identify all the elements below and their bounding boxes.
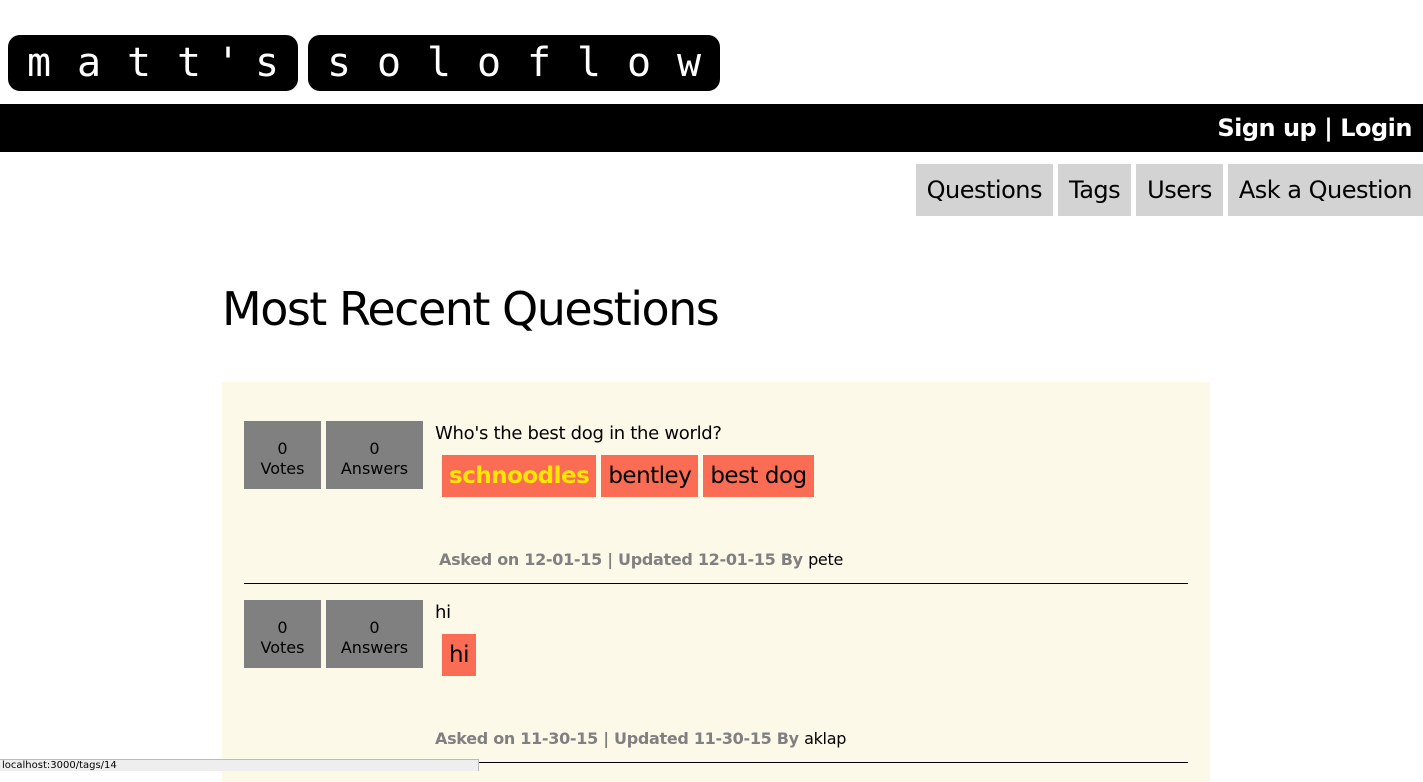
tag-schnoodles[interactable]: schnoodles: [442, 455, 597, 497]
nav-tags-button[interactable]: Tags: [1058, 164, 1132, 216]
votes-count: 0: [277, 618, 288, 637]
tag-bentley[interactable]: bentley: [601, 455, 699, 497]
tag-best-dog[interactable]: best dog: [703, 455, 814, 497]
answers-label: Answers: [340, 638, 409, 657]
signup-link[interactable]: Sign up: [1217, 114, 1316, 142]
nav-questions-button[interactable]: Questions: [915, 164, 1053, 216]
answers-count-box: 0 Answers: [326, 421, 423, 489]
author-link[interactable]: aklap: [804, 729, 846, 748]
question-tags: hi: [442, 634, 476, 676]
logo-letter: o: [376, 40, 402, 86]
logo-letter: s: [254, 40, 280, 86]
votes-count: 0: [277, 439, 288, 458]
logo-word-matts: m a t t ' s: [8, 35, 298, 91]
votes-count-box: 0 Votes: [244, 600, 321, 668]
browser-status-url: localhost:3000/tags/14: [0, 759, 479, 771]
logo-letter: f: [526, 40, 552, 86]
logo-letter: m: [26, 40, 52, 86]
answers-label: Answers: [340, 459, 409, 478]
header-bar: Sign up | Login: [0, 104, 1423, 152]
nav-ask-question-button[interactable]: Ask a Question: [1227, 164, 1423, 216]
page-title: Most Recent Questions: [222, 282, 720, 336]
logo-letter: s: [326, 40, 352, 86]
logo-letter: w: [676, 40, 702, 86]
logo-letter: t: [126, 40, 152, 86]
answers-count-box: 0 Answers: [326, 600, 423, 668]
question-meta: Asked on 12-01-15 | Updated 12-01-15 By …: [439, 550, 843, 569]
question-title-link[interactable]: Who's the best dog in the world?: [435, 423, 722, 444]
logo-word-soloflow: s o l o f l o w: [308, 35, 720, 91]
votes-label: Votes: [260, 638, 305, 657]
logo-letter: l: [426, 40, 452, 86]
votes-label: Votes: [260, 459, 305, 478]
main-nav: Questions Tags Users Ask a Question: [915, 164, 1423, 216]
question-dates: Asked on 12-01-15 | Updated 12-01-15 By: [439, 550, 809, 569]
answers-count: 0: [369, 439, 380, 458]
question-meta: Asked on 11-30-15 | Updated 11-30-15 By …: [435, 729, 846, 748]
site-logo[interactable]: m a t t ' s s o l o f l o w: [8, 35, 730, 93]
auth-links: Sign up | Login: [1217, 114, 1412, 142]
questions-list: 0 Votes 0 Answers Who's the best dog in …: [222, 382, 1210, 782]
auth-separator: |: [1316, 114, 1341, 142]
question-tags: schnoodles bentley best dog: [442, 455, 814, 497]
question-item: 0 Votes 0 Answers hi hi Asked on 11-30-1…: [244, 600, 1188, 763]
author-link[interactable]: pete: [808, 550, 843, 569]
answers-count: 0: [369, 618, 380, 637]
logo-letter: o: [476, 40, 502, 86]
logo-letter: o: [626, 40, 652, 86]
votes-count-box: 0 Votes: [244, 421, 321, 489]
question-item: 0 Votes 0 Answers Who's the best dog in …: [244, 421, 1188, 584]
question-title-link[interactable]: hi: [435, 602, 451, 623]
logo-letter: t: [176, 40, 202, 86]
question-dates: Asked on 11-30-15 | Updated 11-30-15 By: [435, 729, 805, 748]
login-link[interactable]: Login: [1340, 114, 1412, 142]
nav-users-button[interactable]: Users: [1136, 164, 1223, 216]
logo-letter: a: [76, 40, 102, 86]
tag-hi[interactable]: hi: [442, 634, 476, 676]
logo-letter: l: [576, 40, 602, 86]
logo-letter: ': [215, 40, 241, 86]
